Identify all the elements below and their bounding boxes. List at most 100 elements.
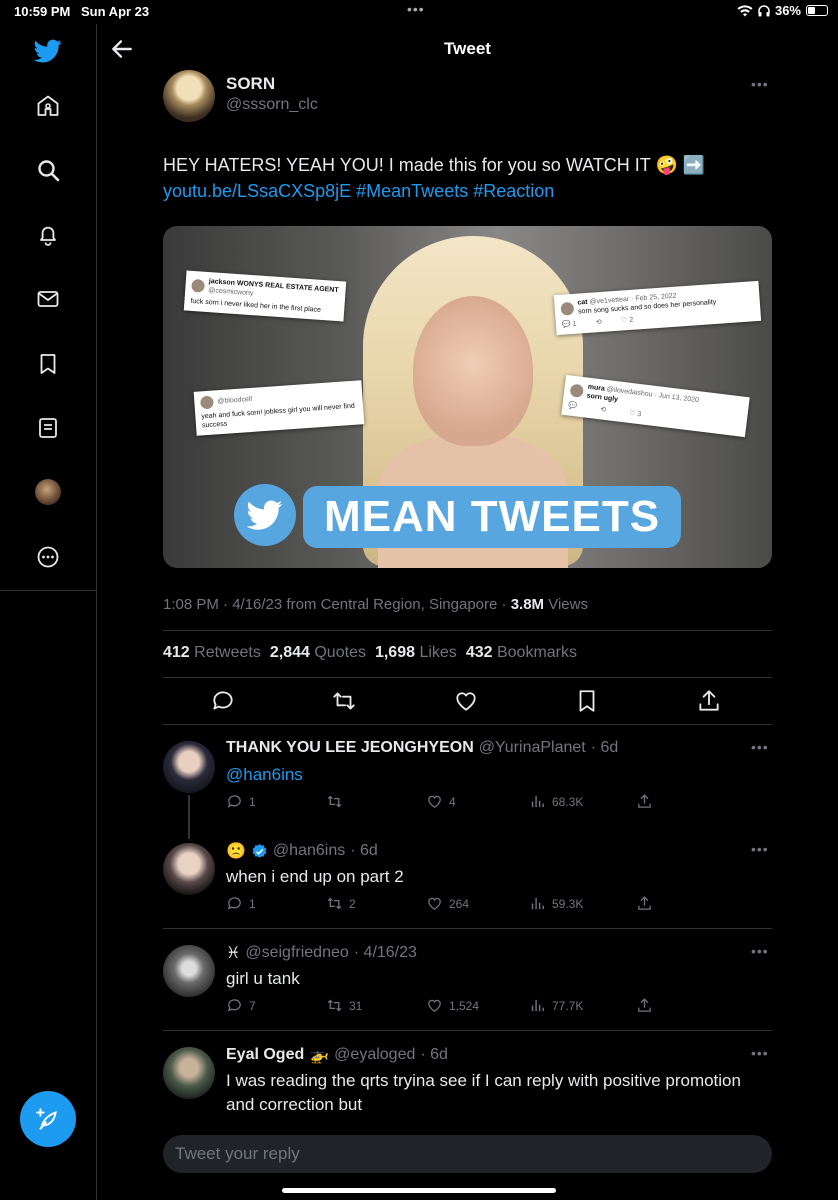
- divider: [163, 724, 772, 725]
- divider: [163, 928, 772, 929]
- like-icon[interactable]: [453, 688, 479, 714]
- media-twitter-logo-icon: [234, 484, 296, 546]
- bookmark-icon[interactable]: [30, 346, 66, 382]
- reply-time: · 6d: [590, 739, 619, 756]
- list-icon[interactable]: [30, 410, 66, 446]
- reply-author-name[interactable]: THANK YOU LEE JEONGHYEON: [226, 739, 474, 757]
- status-bar: 10:59 PM Sun Apr 23 ••• 36%: [0, 0, 838, 24]
- avatar[interactable]: [163, 741, 215, 793]
- status-time: 10:59 PM: [14, 4, 71, 19]
- reply-time: · 6d: [420, 1046, 448, 1063]
- reply-composer[interactable]: [163, 1135, 772, 1173]
- author-avatar[interactable]: [163, 70, 215, 122]
- author-emoji: 🚁: [309, 1047, 330, 1064]
- views-button[interactable]: 68.3K: [529, 793, 583, 810]
- reply-icon: [227, 897, 241, 910]
- views-button[interactable]: 59.3K: [529, 895, 583, 912]
- divider: [163, 630, 772, 631]
- retweet-button[interactable]: 31: [326, 997, 362, 1014]
- battery-percent: 36%: [774, 3, 801, 18]
- retweet-icon[interactable]: [331, 688, 357, 714]
- reply-more-icon[interactable]: •••: [751, 943, 769, 959]
- share-button[interactable]: [636, 895, 653, 912]
- like-button[interactable]: 4: [426, 793, 456, 810]
- tweet-actions: [163, 688, 772, 714]
- bell-icon[interactable]: [30, 217, 66, 253]
- media-tweet-card: jackson WONYS REAL ESTATE AGENT @cosmicwo…: [183, 270, 347, 322]
- hashtag-reaction[interactable]: #Reaction: [473, 181, 554, 201]
- reply-handle[interactable]: @seigfriedneo: [245, 944, 348, 962]
- avatar[interactable]: [163, 843, 215, 895]
- reply-more-icon[interactable]: •••: [751, 841, 769, 857]
- views-button[interactable]: 77.7K: [529, 997, 583, 1014]
- like-button[interactable]: 1,524: [426, 997, 479, 1014]
- media-face: [413, 296, 533, 446]
- mention-link[interactable]: @han6ins: [226, 765, 303, 784]
- likes-stat[interactable]: 1,698 Likes: [375, 644, 457, 662]
- tweet-more-icon[interactable]: •••: [751, 76, 769, 92]
- avatar: [569, 383, 585, 398]
- retweets-stat[interactable]: 412 Retweets: [163, 644, 261, 662]
- reply-input[interactable]: [163, 1135, 772, 1173]
- like-icon: [428, 795, 441, 808]
- reply-author-name[interactable]: ♓: [226, 943, 240, 963]
- reply-more-icon[interactable]: •••: [751, 739, 769, 755]
- share-icon[interactable]: [696, 688, 722, 714]
- reply-handle[interactable]: @eyaloged: [334, 1046, 415, 1064]
- share-button[interactable]: [636, 997, 653, 1014]
- reply-icon[interactable]: [210, 688, 236, 714]
- analytics-icon: [531, 795, 544, 808]
- retweet-button[interactable]: [326, 793, 349, 810]
- author-name[interactable]: SORN: [226, 74, 275, 94]
- reply-header: 🙁 @han6ins · 6d: [226, 841, 378, 861]
- tweet-link[interactable]: youtu.be/LSsaCXSp8jE: [163, 181, 351, 201]
- reply-header: ♓ @seigfriedneo · 4/16/23: [226, 943, 417, 963]
- search-icon[interactable]: [30, 152, 66, 188]
- reply-button[interactable]: 1: [226, 793, 256, 810]
- headphones-icon: [758, 4, 770, 16]
- reply-actions: 1 4 68.3K: [226, 793, 666, 813]
- divider: [163, 677, 772, 678]
- reply-button[interactable]: 7: [226, 997, 256, 1014]
- verified-badge-icon: [252, 843, 267, 858]
- sidebar: [0, 24, 97, 1200]
- avatar[interactable]: [163, 1047, 215, 1099]
- mail-icon[interactable]: [30, 281, 66, 317]
- analytics-icon: [531, 999, 544, 1012]
- home-indicator[interactable]: [282, 1188, 556, 1193]
- avatar: [560, 301, 575, 316]
- profile-avatar[interactable]: [30, 474, 66, 510]
- retweet-icon: [327, 897, 342, 910]
- bookmark-icon[interactable]: [574, 688, 600, 714]
- retweet-button[interactable]: 2: [326, 895, 356, 912]
- reply-header: THANK YOU LEE JEONGHYEON @YurinaPlanet ·…: [226, 739, 618, 757]
- bookmarks-stat[interactable]: 432 Bookmarks: [466, 644, 577, 662]
- reply-text: @han6ins: [226, 763, 766, 787]
- share-icon: [638, 896, 651, 910]
- quotes-stat[interactable]: 2,844 Quotes: [270, 644, 366, 662]
- home-icon[interactable]: [30, 88, 66, 124]
- tweet-text: HEY HATERS! YEAH YOU! I made this for yo…: [163, 152, 783, 204]
- reply-handle[interactable]: @YurinaPlanet: [479, 739, 586, 757]
- analytics-icon: [531, 897, 544, 910]
- author-handle[interactable]: @sssorn_clc: [226, 96, 318, 114]
- media-tweet-card: @bloodcell yeah and fuck sorn! jobless g…: [193, 380, 365, 436]
- reply-button[interactable]: 1: [226, 895, 256, 912]
- twitter-logo-icon[interactable]: [30, 33, 66, 69]
- tweet-media-image[interactable]: jackson WONYS REAL ESTATE AGENT @cosmicwo…: [163, 226, 772, 568]
- reply-author-name[interactable]: 🙁: [226, 841, 246, 861]
- like-icon: [428, 897, 441, 910]
- compose-button[interactable]: [20, 1091, 76, 1147]
- more-circle-icon[interactable]: [30, 539, 66, 575]
- multitask-dots-icon[interactable]: •••: [407, 1, 425, 17]
- reply-author-name[interactable]: Eyal Oged: [226, 1046, 304, 1064]
- share-button[interactable]: [636, 793, 653, 810]
- reply-handle[interactable]: @han6ins: [273, 842, 345, 860]
- avatar[interactable]: [163, 945, 215, 997]
- reply-more-icon[interactable]: •••: [751, 1045, 769, 1061]
- page-header: Tweet: [97, 24, 838, 74]
- hashtag-meantweets[interactable]: #MeanTweets: [356, 181, 468, 201]
- like-button[interactable]: 264: [426, 895, 469, 912]
- like-icon: [428, 999, 441, 1012]
- share-icon: [638, 998, 651, 1012]
